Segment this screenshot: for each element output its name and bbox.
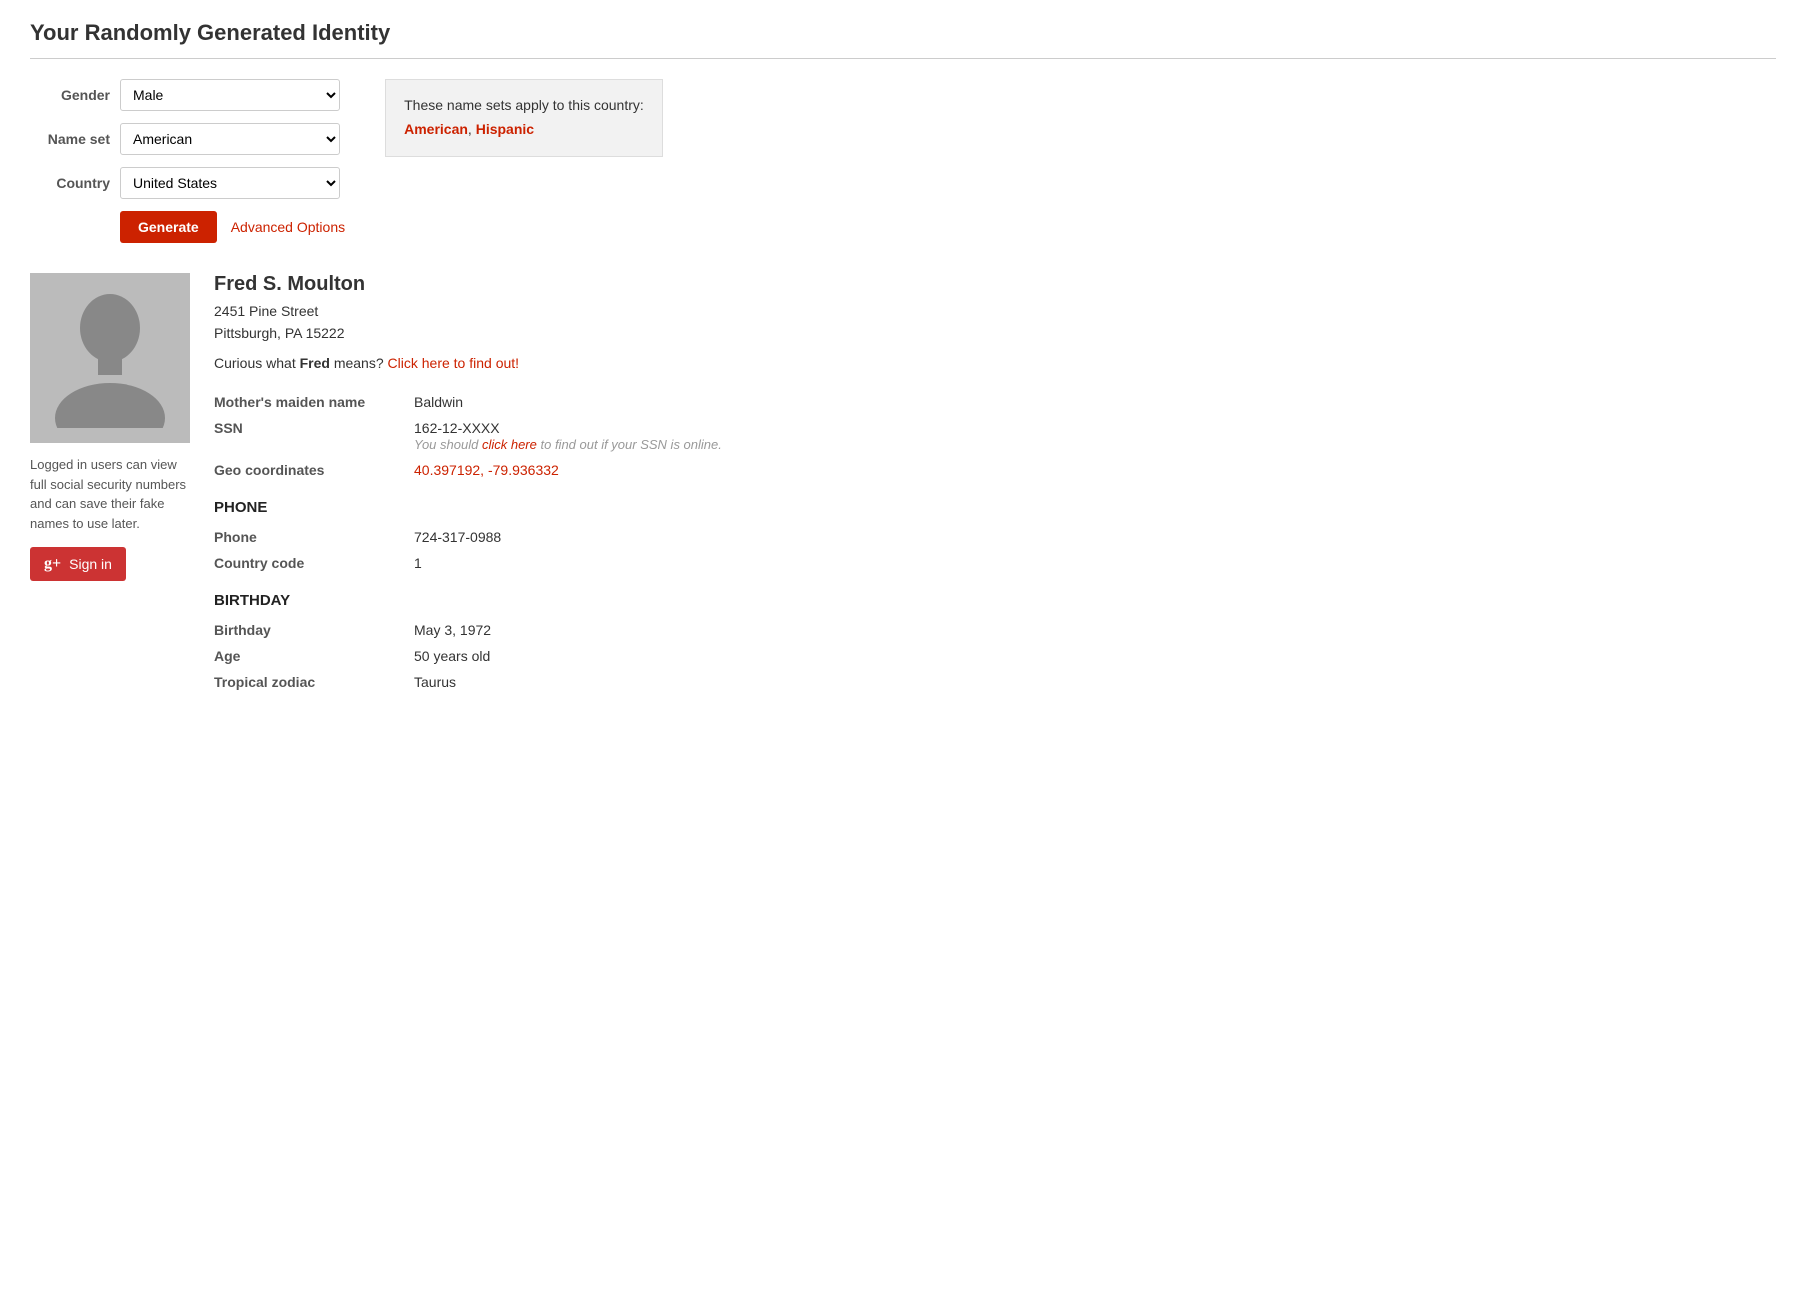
title-divider (30, 58, 1776, 59)
geo-value: 40.397192, -79.936332 (414, 457, 1776, 483)
identity-full-name: Fred S. Moulton (214, 273, 1776, 296)
ssn-check-link[interactable]: click here (482, 437, 537, 452)
table-row-maiden: Mother's maiden name Baldwin (214, 389, 1776, 415)
ssn-note-prefix: You should (414, 437, 482, 452)
page-title: Your Randomly Generated Identity (30, 20, 1776, 46)
table-row-zodiac: Tropical zodiac Taurus (214, 669, 1776, 695)
address-line2: Pittsburgh, PA 15222 (214, 325, 345, 341)
google-signin-button[interactable]: g+ Sign in (30, 547, 126, 581)
table-row-country-code: Country code 1 (214, 550, 1776, 576)
geo-label: Geo coordinates (214, 457, 414, 483)
age-label: Age (214, 643, 414, 669)
gender-select[interactable]: Male Female (120, 79, 340, 111)
namesets-prefix: These name sets apply to this country: (404, 97, 644, 113)
country-select[interactable]: United States Canada United Kingdom (120, 167, 340, 199)
ssn-note-suffix: to find out if your SSN is online. (537, 437, 722, 452)
nameset-hispanic-link[interactable]: Hispanic (476, 121, 534, 137)
identity-address: 2451 Pine Street Pittsburgh, PA 15222 (214, 300, 1776, 345)
name-meaning-suffix: means? (330, 355, 384, 371)
maiden-value: Baldwin (414, 389, 1776, 415)
name-meaning-prefix: Curious what (214, 355, 300, 371)
nameset-label: Name set (30, 131, 110, 147)
ssn-note: You should click here to find out if you… (414, 437, 722, 452)
name-meaning-row: Curious what Fred means? Click here to f… (214, 355, 1776, 371)
google-icon: g+ (44, 555, 61, 573)
right-panel: Fred S. Moulton 2451 Pine Street Pittsbu… (214, 273, 1776, 705)
phone-label: Phone (214, 524, 414, 550)
country-label: Country (30, 175, 110, 191)
identity-table: Mother's maiden name Baldwin SSN 162-12-… (214, 389, 1776, 483)
nameset-american-link[interactable]: American (404, 121, 468, 137)
advanced-options-link[interactable]: Advanced Options (231, 219, 345, 235)
ssn-value: 162-12-XXXX You should click here to fin… (414, 415, 1776, 457)
form-section: Gender Male Female Name set American His… (30, 79, 1776, 243)
ssn-label: SSN (214, 415, 414, 457)
signin-label: Sign in (69, 556, 112, 572)
login-note: Logged in users can view full social sec… (30, 455, 190, 533)
avatar-silhouette-svg (30, 273, 190, 443)
birthday-section-heading: BIRTHDAY (214, 592, 1776, 609)
ssn-number: 162-12-XXXX (414, 420, 500, 436)
name-meaning-name: Fred (300, 355, 330, 371)
table-row-ssn: SSN 162-12-XXXX You should click here to… (214, 415, 1776, 457)
country-code-label: Country code (214, 550, 414, 576)
table-row-birthday: Birthday May 3, 1972 (214, 617, 1776, 643)
gender-label: Gender (30, 87, 110, 103)
address-line1: 2451 Pine Street (214, 303, 318, 319)
nameset-row: Name set American Hispanic Other (30, 123, 345, 155)
table-row-geo: Geo coordinates 40.397192, -79.936332 (214, 457, 1776, 483)
country-row: Country United States Canada United King… (30, 167, 345, 199)
action-row: Generate Advanced Options (120, 211, 345, 243)
left-panel: Logged in users can view full social sec… (30, 273, 190, 581)
phone-value: 724-317-0988 (414, 524, 1776, 550)
table-row-age: Age 50 years old (214, 643, 1776, 669)
phone-section-heading: PHONE (214, 499, 1776, 516)
phone-table: Phone 724-317-0988 Country code 1 (214, 524, 1776, 576)
age-value: 50 years old (414, 643, 1776, 669)
birthday-table: Birthday May 3, 1972 Age 50 years old Tr… (214, 617, 1776, 695)
country-code-value: 1 (414, 550, 1776, 576)
birthday-label: Birthday (214, 617, 414, 643)
gender-row: Gender Male Female (30, 79, 345, 111)
zodiac-label: Tropical zodiac (214, 669, 414, 695)
geo-coordinates-link[interactable]: 40.397192, -79.936332 (414, 462, 559, 478)
generate-button[interactable]: Generate (120, 211, 217, 243)
nameset-select[interactable]: American Hispanic Other (120, 123, 340, 155)
identity-section: Logged in users can view full social sec… (30, 273, 1776, 705)
name-meaning-link[interactable]: Click here to find out! (388, 355, 520, 371)
birthday-value: May 3, 1972 (414, 617, 1776, 643)
maiden-label: Mother's maiden name (214, 389, 414, 415)
avatar (30, 273, 190, 443)
namesets-box: These name sets apply to this country: A… (385, 79, 663, 157)
form-fields: Gender Male Female Name set American His… (30, 79, 345, 243)
table-row-phone: Phone 724-317-0988 (214, 524, 1776, 550)
zodiac-value: Taurus (414, 669, 1776, 695)
